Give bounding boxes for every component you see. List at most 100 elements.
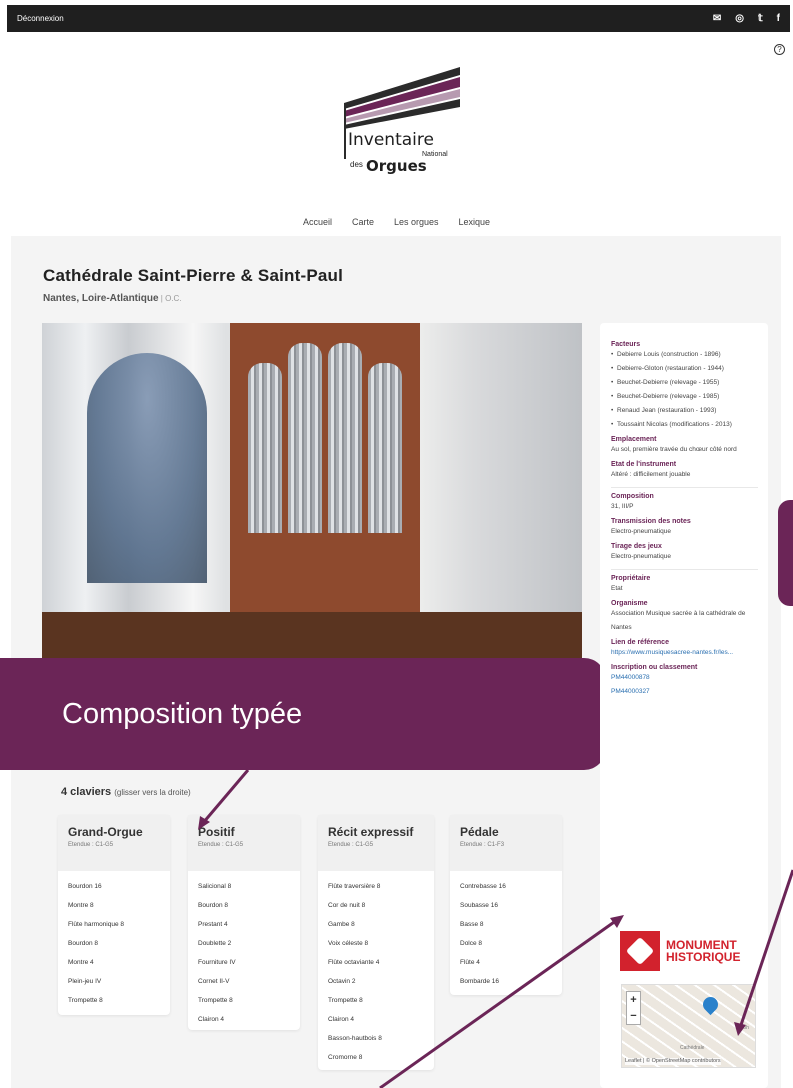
stop-list: Flûte traversière 8 Cor de nuit 8 Gambe …	[318, 871, 434, 1073]
facteur-item: Beuchet-Debierre (relevage - 1955)	[611, 376, 758, 390]
stop-item: Clairon 4	[198, 1016, 225, 1023]
map-zoom-controls: + −	[626, 991, 641, 1025]
nav-item-carte[interactable]: Carte	[352, 217, 374, 227]
map-label: Cathédrale	[680, 1045, 705, 1051]
claviers-count: 4 claviers	[61, 786, 112, 798]
claviers-heading: 4 claviers (glisser vers la droite)	[61, 786, 191, 798]
stop-item: Prestant 4	[198, 921, 228, 928]
stop-list: Contrebasse 16 Soubasse 16 Basse 8 Dolce…	[450, 871, 562, 997]
logo-text-des: des	[350, 160, 363, 169]
keyboard-header: Positif Etendue : C1-G5	[188, 815, 300, 871]
photo-pipes	[248, 363, 282, 533]
keyboard-card-recit[interactable]: Récit expressif Etendue : C1-G5 Flûte tr…	[318, 815, 434, 1070]
keyboard-name: Récit expressif	[328, 825, 414, 839]
photo-vault	[87, 353, 207, 583]
stop-list: Salicional 8 Bourdon 8 Prestant 4 Double…	[188, 871, 300, 1035]
keyboard-card-positif[interactable]: Positif Etendue : C1-G5 Salicional 8 Bou…	[188, 815, 300, 1030]
divider	[611, 569, 758, 570]
stop-item: Cromorne 8	[328, 1054, 363, 1061]
transmission-value: Electro-pneumatique	[611, 528, 671, 535]
stop-item: Flûte harmonique 8	[68, 921, 125, 928]
stop-item: Bourdon 8	[198, 902, 228, 909]
facteur-item: Beuchet-Debierre (relevage - 1985)	[611, 390, 758, 404]
monument-historique-badge[interactable]: MONUMENT HISTORIQUE	[620, 930, 756, 972]
stop-item: Bourdon 16	[68, 883, 102, 890]
nav-item-orgues[interactable]: Les orgues	[394, 217, 439, 227]
logo-text-orgues: Orgues	[366, 157, 427, 175]
divider	[611, 487, 758, 488]
organisme-value: Association Musique sacrée à la cathédra…	[611, 610, 746, 631]
keyboard-header: Récit expressif Etendue : C1-G5	[318, 815, 434, 871]
twitter-icon[interactable]: 𝕥	[758, 13, 763, 24]
keyboard-header: Pédale Etendue : C1-F3	[450, 815, 562, 871]
facteur-item: Toussaint Nicolas (modifications - 2013)	[611, 418, 758, 432]
stop-item: Trompette 8	[328, 997, 363, 1004]
logout-link[interactable]: Déconnexion	[17, 14, 64, 23]
map-marker-icon[interactable]	[699, 993, 722, 1016]
stop-item: Basse 8	[460, 921, 484, 928]
inscription-link[interactable]: PM44000327	[611, 685, 758, 699]
composition-value: 31, III/P	[611, 503, 634, 510]
keyboard-card-grand-orgue[interactable]: Grand-Orgue Etendue : C1-G5 Bourdon 16 M…	[58, 815, 170, 1015]
annotation-callout-edge	[778, 500, 793, 606]
reference-link[interactable]: https://www.musiquesacree-nantes.fr/les.…	[611, 646, 758, 660]
instagram-icon[interactable]: ◎	[735, 13, 744, 24]
zoom-in-button[interactable]: +	[627, 992, 640, 1008]
nav-item-lexique[interactable]: Lexique	[459, 217, 491, 227]
keyboard-name: Positif	[198, 825, 235, 839]
stop-item: Dolce 8	[460, 940, 483, 947]
stop-item: Gambe 8	[328, 921, 355, 928]
nav-item-accueil[interactable]: Accueil	[303, 217, 332, 227]
stop-item: Octavin 2	[328, 978, 356, 985]
zoom-out-button[interactable]: −	[627, 1008, 640, 1024]
monument-emblem-icon	[620, 931, 660, 971]
keyboard-extent: Etendue : C1-F3	[460, 842, 505, 848]
organ-photo[interactable]	[42, 323, 582, 658]
map-attribution[interactable]: Leaflet | © OpenStreetMap contributors	[625, 1058, 721, 1065]
organisme-label: Organisme	[611, 600, 648, 607]
facteur-item: Debierre Louis (construction - 1896)	[611, 348, 758, 362]
inscription-label: Inscription ou classement	[611, 664, 698, 671]
annotation-callout: Composition typée	[0, 658, 606, 770]
stop-item: Flûte 4	[460, 959, 480, 966]
site-logo[interactable]: Inventaire National des Orgues	[338, 65, 468, 185]
stop-item: Flûte traversière 8	[328, 883, 381, 890]
map-label: Poh	[740, 1025, 749, 1031]
stop-item: Contrebasse 16	[460, 883, 506, 890]
claviers-hint: (glisser vers la droite)	[114, 788, 191, 797]
keyboard-extent: Etendue : C1-G5	[68, 842, 114, 848]
page-title: Cathédrale Saint-Pierre & Saint-Paul	[43, 266, 344, 285]
composition-label: Composition	[611, 493, 654, 500]
stop-item: Voix céleste 8	[328, 940, 369, 947]
inscription-link[interactable]: PM44000878	[611, 671, 758, 685]
stop-item: Bombarde 16	[460, 978, 500, 985]
photo-pipes	[368, 363, 402, 533]
stop-item: Trompette 8	[198, 997, 233, 1004]
photo-pipes	[328, 343, 362, 533]
logo-text-inventaire: Inventaire	[348, 130, 434, 150]
stop-item: Cornet II-V	[198, 978, 230, 985]
mail-icon[interactable]: ✉	[713, 13, 721, 24]
photo-organ-case	[230, 323, 420, 623]
photo-pipes	[288, 343, 322, 533]
help-icon[interactable]: ?	[774, 44, 785, 55]
top-bar: Déconnexion ✉ ◎ 𝕥 f	[7, 5, 790, 32]
monument-line2: HISTORIQUE	[666, 950, 741, 964]
facteurs-list: Debierre Louis (construction - 1896) Deb…	[611, 348, 758, 432]
page-subtitle: Nantes, Loire-Atlantique | O.C.	[43, 293, 182, 304]
main-nav: Accueil Carte Les orgues Lexique	[0, 217, 793, 227]
keyboard-card-pedale[interactable]: Pédale Etendue : C1-F3 Contrebasse 16 So…	[450, 815, 562, 995]
stop-item: Trompette 8	[68, 997, 103, 1004]
facebook-icon[interactable]: f	[777, 13, 780, 24]
keyboard-extent: Etendue : C1-G5	[328, 842, 374, 848]
info-sidebar: Facteurs Debierre Louis (construction - …	[600, 323, 768, 1088]
facteurs-label: Facteurs	[611, 341, 641, 348]
stop-list: Bourdon 16 Montre 8 Flûte harmonique 8 B…	[58, 871, 170, 1016]
stop-item: Fourniture IV	[198, 959, 236, 966]
location-map[interactable]: + − Cathédrale Poh Leaflet | © OpenStree…	[621, 984, 756, 1068]
emplacement-label: Emplacement	[611, 436, 657, 443]
facteur-item: Debierre-Gloton (restauration - 1944)	[611, 362, 758, 376]
keyboard-name: Pédale	[460, 825, 499, 839]
social-links: ✉ ◎ 𝕥 f	[713, 13, 780, 24]
monument-text: MONUMENT HISTORIQUE	[666, 939, 740, 963]
